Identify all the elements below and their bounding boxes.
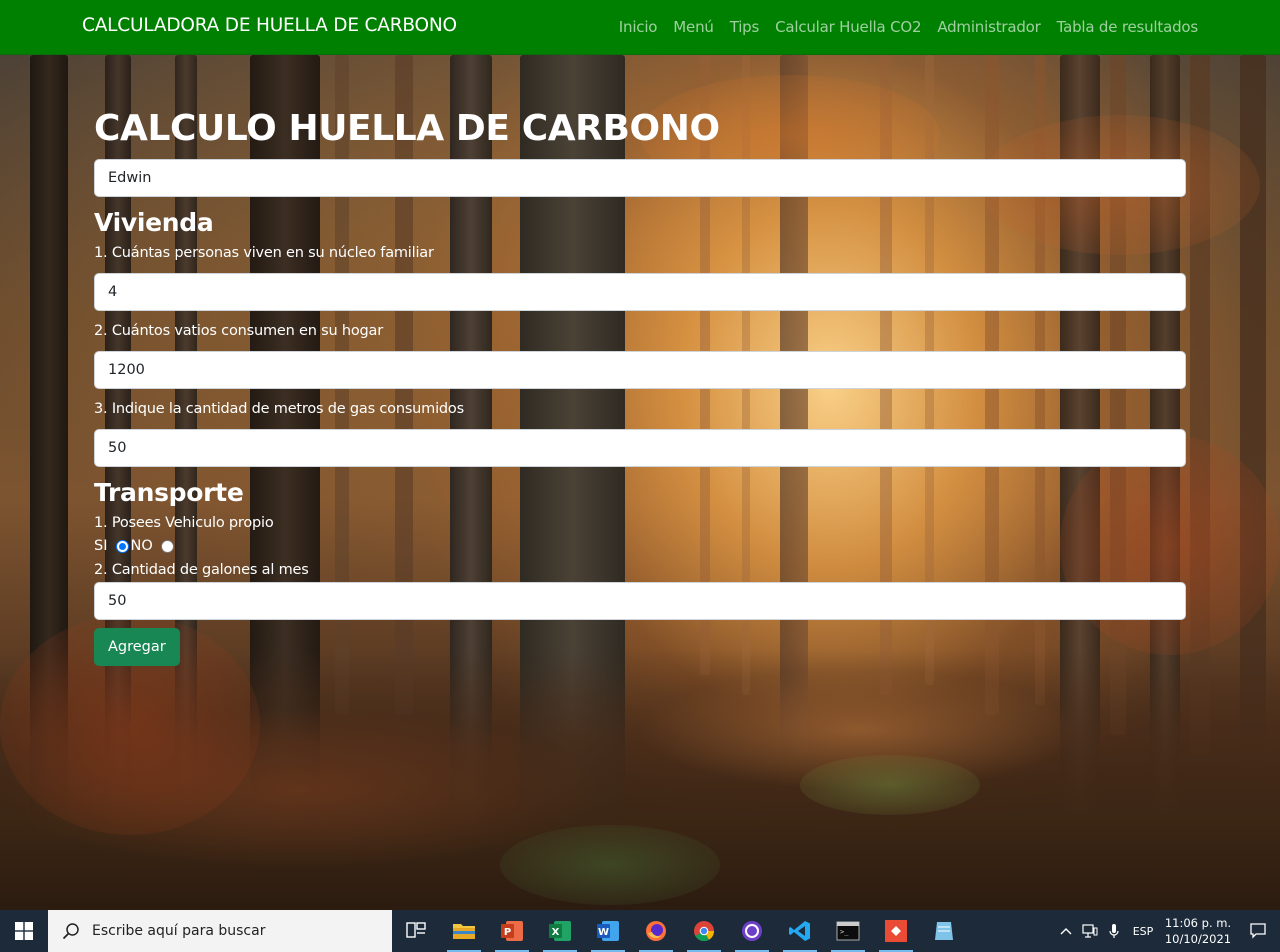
top-navbar: CALCULADORA DE HUELLA DE CARBONO Inicio …	[0, 0, 1280, 55]
gas-input[interactable]: 50	[94, 429, 1186, 467]
navbar-brand[interactable]: CALCULADORA DE HUELLA DE CARBONO	[82, 15, 457, 36]
svg-text:P: P	[504, 927, 511, 938]
nav-links: Inicio Menú Tips Calcular Huella CO2 Adm…	[619, 18, 1198, 36]
svg-text:>_: >_	[840, 928, 849, 936]
word-icon[interactable]: W	[584, 910, 632, 952]
radio-no-label: NO	[130, 538, 153, 554]
terminal-icon[interactable]: >_	[824, 910, 872, 952]
windows-logo-icon	[15, 922, 33, 940]
file-explorer-icon[interactable]	[440, 910, 488, 952]
microphone-icon[interactable]	[1102, 923, 1126, 939]
svg-text:X: X	[552, 927, 560, 938]
excel-icon[interactable]: X	[536, 910, 584, 952]
vehiculo-radio-group: SI NO	[94, 536, 1186, 556]
github-desktop-icon[interactable]	[728, 910, 776, 952]
nav-link-calcular-huella[interactable]: Calcular Huella CO2	[775, 18, 921, 36]
chevron-up-icon[interactable]	[1054, 927, 1078, 935]
task-view-icon[interactable]	[392, 910, 440, 952]
chrome-icon[interactable]	[680, 910, 728, 952]
page-title: CALCULO HUELLA DE CARBONO	[94, 108, 720, 149]
clock-date: 10/10/2021	[1164, 932, 1232, 946]
nav-link-tabla-resultados[interactable]: Tabla de resultados	[1057, 18, 1199, 36]
network-icon[interactable]	[1078, 924, 1102, 938]
radio-si[interactable]	[116, 539, 130, 553]
powerpoint-icon[interactable]: P	[488, 910, 536, 952]
taskbar-search[interactable]: Escribe aquí para buscar	[48, 910, 392, 952]
clock[interactable]: 11:06 p. m. 10/10/2021	[1160, 915, 1236, 947]
radio-si-label: SI	[94, 538, 108, 554]
firefox-icon[interactable]	[632, 910, 680, 952]
clock-time: 11:06 p. m.	[1164, 916, 1232, 930]
personas-input[interactable]: 4	[94, 273, 1186, 311]
transporte-heading: Transporte	[94, 478, 244, 507]
carbon-form: CALCULO HUELLA DE CARBONO Edwin Vivienda…	[94, 106, 1186, 666]
vehiculo-label: 1. Posees Vehiculo propio	[94, 515, 274, 531]
vatios-label: 2. Cuántos vatios consumen en su hogar	[94, 323, 383, 339]
search-placeholder: Escribe aquí para buscar	[92, 923, 266, 939]
notification-icon[interactable]	[1236, 923, 1280, 939]
windows-taskbar: Escribe aquí para buscar P X W >_ ESP 11…	[0, 910, 1280, 952]
galones-input[interactable]: 50	[94, 582, 1186, 620]
nav-link-menu[interactable]: Menú	[673, 18, 714, 36]
galones-label: 2. Cantidad de galones al mes	[94, 562, 309, 578]
nav-link-inicio[interactable]: Inicio	[619, 18, 658, 36]
radio-no[interactable]	[160, 539, 174, 553]
git-app-icon[interactable]	[872, 910, 920, 952]
nav-link-administrador[interactable]: Administrador	[937, 18, 1040, 36]
personas-label: 1. Cuántas personas viven en su núcleo f…	[94, 245, 434, 261]
notepad-icon[interactable]	[920, 910, 968, 952]
vatios-input[interactable]: 1200	[94, 351, 1186, 389]
language-indicator[interactable]: ESP	[1126, 925, 1160, 938]
vscode-icon[interactable]	[776, 910, 824, 952]
start-button[interactable]	[0, 910, 48, 952]
gas-label: 3. Indique la cantidad de metros de gas …	[94, 401, 464, 417]
vivienda-heading: Vivienda	[94, 208, 214, 237]
nav-link-tips[interactable]: Tips	[730, 18, 760, 36]
system-tray: ESP 11:06 p. m. 10/10/2021	[1054, 910, 1280, 952]
name-input[interactable]: Edwin	[94, 159, 1186, 197]
svg-text:W: W	[598, 927, 609, 938]
agregar-button[interactable]: Agregar	[94, 628, 180, 666]
search-icon	[62, 923, 79, 940]
